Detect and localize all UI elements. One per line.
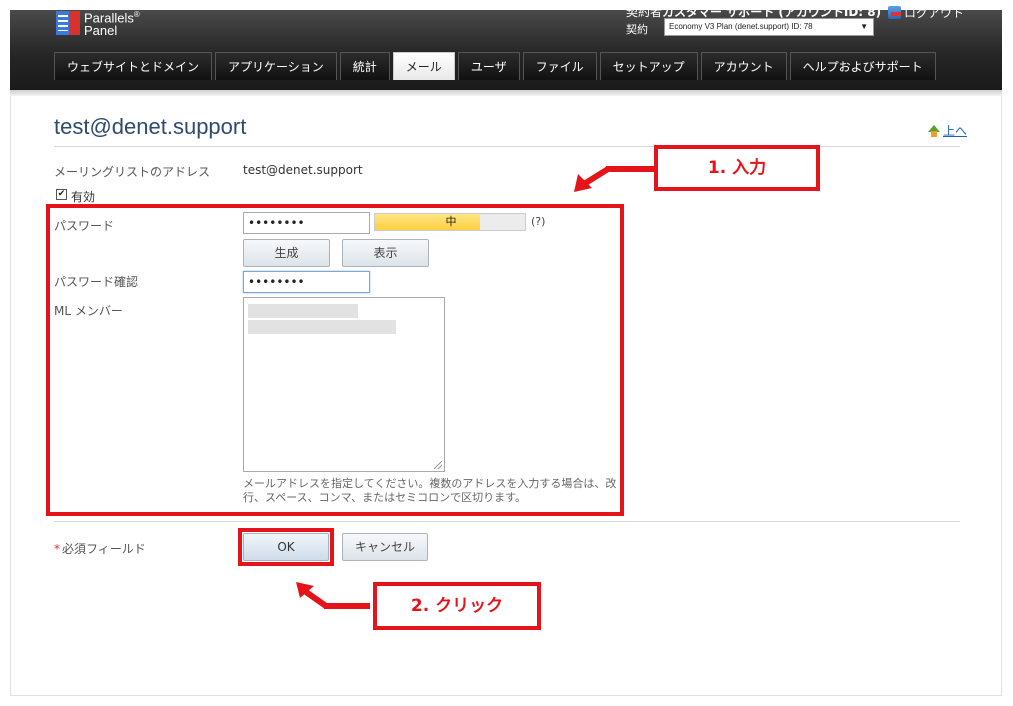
tab-help-support[interactable]: ヘルプおよびサポート xyxy=(789,52,936,80)
plan-select[interactable]: Economy V3 Plan (denet.support) ID: 78 ▼ xyxy=(664,18,874,36)
plan-select-value: Economy V3 Plan (denet.support) ID: 78 xyxy=(669,22,813,31)
annotation-arrow-1 xyxy=(574,166,656,192)
tab-setup[interactable]: セットアップ xyxy=(599,52,698,80)
tab-account[interactable]: アカウント xyxy=(700,52,787,80)
title-divider xyxy=(54,146,960,147)
tab-applications[interactable]: アプリケーション xyxy=(215,52,337,80)
address-label: メーリングリストのアドレス xyxy=(54,165,211,179)
required-star: * xyxy=(54,542,60,556)
header-shadow xyxy=(10,90,1002,96)
logo-text: Parallels® Panel xyxy=(84,10,140,39)
tab-mail[interactable]: メール xyxy=(392,52,455,80)
tab-files[interactable]: ファイル xyxy=(522,52,597,80)
tab-users[interactable]: ユーザ xyxy=(457,52,520,80)
account-name: カスタマー サポート (アカウントID: 8) xyxy=(662,5,882,19)
parallels-panel-logo[interactable]: Parallels® Panel xyxy=(56,8,140,37)
main-tabs: ウェブサイトとドメイン アプリケーション 統計 メール ユーザ ファイル セット… xyxy=(54,52,939,80)
parallels-logo-icon xyxy=(56,10,80,35)
required-label: 必須フィールド xyxy=(62,542,146,556)
page-title: test@denet.support xyxy=(54,114,247,139)
tab-statistics[interactable]: 統計 xyxy=(339,52,390,80)
logout-icon xyxy=(888,6,901,19)
enabled-checkbox[interactable]: ✔ xyxy=(56,189,67,200)
enabled-label: 有効 xyxy=(71,190,96,204)
logout-label: ログアウト xyxy=(904,6,965,20)
required-field-note: * 必須フィールド xyxy=(54,540,146,557)
tab-websites-domains[interactable]: ウェブサイトとドメイン xyxy=(54,52,213,80)
chevron-down-icon: ▼ xyxy=(860,22,868,31)
plan-label: 契約 xyxy=(626,23,648,36)
up-link-label: 上へ xyxy=(943,124,968,138)
annotation-arrow-2 xyxy=(296,582,370,609)
annotation-ok-box xyxy=(238,528,334,566)
cancel-button[interactable]: キャンセル xyxy=(342,533,428,561)
up-arrow-icon xyxy=(928,124,940,137)
form-divider xyxy=(54,521,960,522)
annotation-input-box xyxy=(46,204,624,516)
annotation-step2: 2. クリック xyxy=(373,582,541,630)
up-link[interactable]: 上へ xyxy=(928,122,967,139)
address-value: test@denet.support xyxy=(243,163,363,177)
annotation-step1: 1. 入力 xyxy=(654,145,820,191)
account-prefix: 契約者 xyxy=(626,5,663,19)
logout-link[interactable]: ログアウト xyxy=(888,4,964,21)
